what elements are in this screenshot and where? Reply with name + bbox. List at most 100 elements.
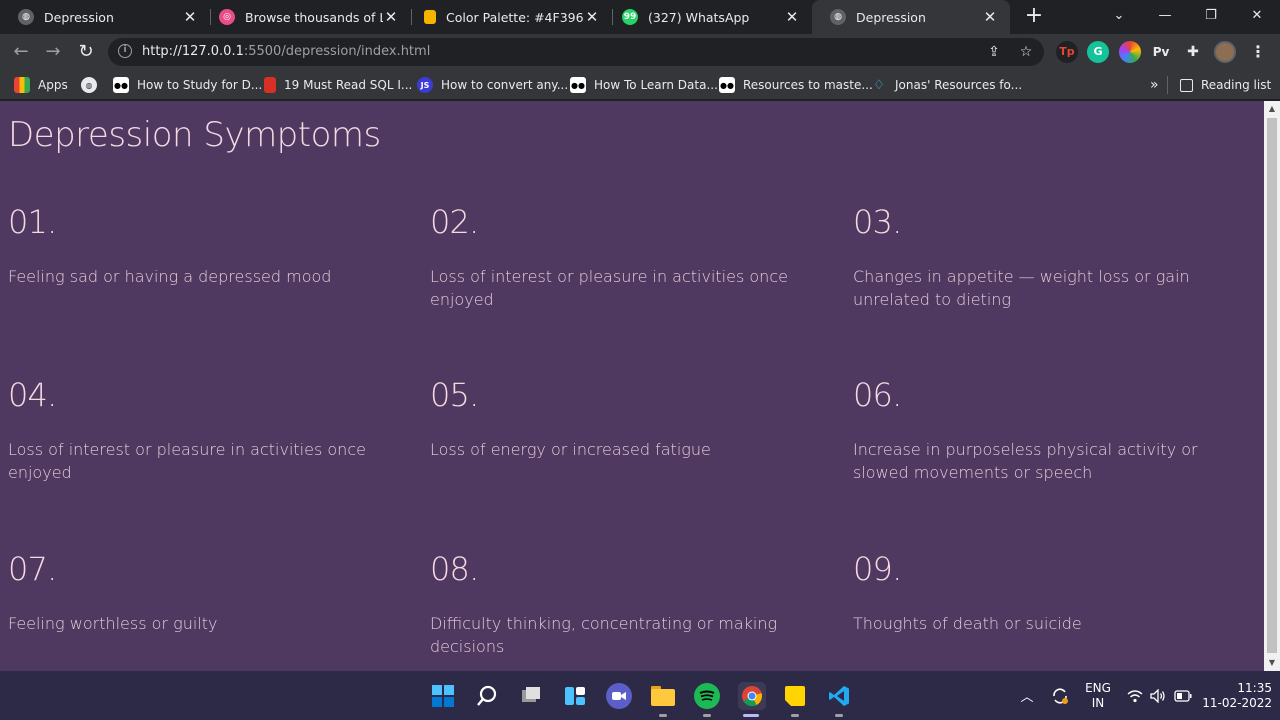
sync-icon[interactable] [1048,671,1072,720]
symptom-text: Feeling worthless or guilty [8,614,218,633]
wifi-icon[interactable] [1126,671,1144,720]
tab-search-icon[interactable]: ⌄ [1096,0,1142,34]
bookmark-study[interactable]: ●● How to Study for D... [113,76,262,94]
symptom-card: 01. Feeling sad or having a depressed mo… [8,203,408,288]
sticky-notes-icon[interactable] [782,683,808,709]
close-icon[interactable]: ✕ [784,8,800,26]
teams-chat-icon[interactable] [606,683,632,709]
close-icon[interactable]: ✕ [982,8,998,26]
symptom-card: 06. Increase in purposeless physical act… [853,376,1258,484]
tab-dribbble[interactable]: ◎ Browse thousands of List ✕ [201,0,411,34]
js-icon: JS [417,77,433,93]
bookmark-apps[interactable]: Apps [14,76,68,94]
language-region: IN [1091,695,1105,710]
address-bar[interactable]: i http://127.0.0.1:5500/depression/index… [108,38,1044,66]
puzzle-extensions-icon[interactable]: ✚ [1182,41,1204,63]
url-text[interactable]: http://127.0.0.1:5500/depression/index.h… [142,44,430,59]
language-indicator[interactable]: ENG IN [1080,671,1116,720]
bookmark-sql[interactable]: 19 Must Read SQL I... [264,76,412,94]
window-close-button[interactable]: ✕ [1234,0,1280,34]
more-menu-icon[interactable]: ⋮ [1247,41,1269,63]
forward-button[interactable]: → [40,39,66,65]
globe-icon: ◍ [81,77,97,93]
new-tab-button[interactable]: + [1020,3,1048,31]
active-indicator [743,714,759,717]
scrollbar-thumb[interactable] [1267,118,1277,653]
tab-title: Color Palette: #4F3961 # [446,9,584,25]
bookmark-star-icon[interactable]: ☆ [1016,42,1036,62]
browser-toolbar: ← → ↻ i http://127.0.0.1:5500/depression… [0,34,1280,70]
symptom-number: 07. [8,550,57,588]
reading-list-button[interactable]: Reading list [1180,76,1271,94]
whatsapp-icon: 99 [622,9,638,25]
share-icon[interactable]: ⇪ [984,42,1004,62]
symptom-card: 02. Loss of interest or pleasure in acti… [430,203,802,311]
spotify-icon[interactable] [694,683,720,709]
volume-icon[interactable] [1149,671,1167,720]
color-wheel-extension-icon[interactable] [1119,41,1141,63]
back-button[interactable]: ← [8,39,34,65]
symptom-text: Difficulty thinking, concentrating or ma… [430,614,778,656]
task-view-icon[interactable] [518,683,544,709]
chrome-icon[interactable] [738,682,766,710]
scroll-down-arrow[interactable]: ▼ [1264,655,1280,671]
bookmark-label: How to convert any... [441,78,569,92]
bookmark-convert[interactable]: JS How to convert any... [417,76,568,94]
grammarly-extension-icon[interactable]: G [1087,41,1109,63]
bookmark-globe[interactable]: ◍ [81,76,105,94]
windows-start-icon[interactable] [430,683,456,709]
close-icon[interactable]: ✕ [584,8,600,26]
globe-icon: ◍ [18,9,34,25]
close-icon[interactable]: ✕ [383,8,399,26]
bookmark-resources[interactable]: ●● Resources to maste... [719,76,873,94]
palette-icon [424,10,436,24]
restore-button[interactable]: ❐ [1188,0,1234,34]
vscode-icon[interactable] [826,683,852,709]
tab-depression-1[interactable]: ◍ Depression ✕ [0,0,210,34]
symptom-number: 05. [430,376,479,414]
symptom-number: 09. [853,550,902,588]
page-scrollbar[interactable]: ▲ ▼ [1264,101,1280,671]
symptom-text: Changes in appetite — weight loss or gai… [853,267,1190,309]
minimize-button[interactable]: — [1142,0,1188,34]
symptom-card: 09. Thoughts of death or suicide [853,550,1253,635]
tab-strip: ◍ Depression ✕ ◎ Browse thousands of Lis… [0,0,1280,34]
bookmarks-overflow-button[interactable]: » [1150,76,1159,94]
symptom-card: 07. Feeling worthless or guilty [8,550,408,635]
clock[interactable]: 11:35 11-02-2022 [1200,671,1272,720]
reading-list-label: Reading list [1201,78,1272,92]
symptom-text: Loss of interest or pleasure in activiti… [430,267,788,309]
dribbble-icon: ◎ [219,9,235,25]
medium-icon: ●● [719,77,735,93]
tp-extension-icon[interactable]: Tp [1056,41,1078,63]
battery-icon[interactable] [1172,671,1194,720]
file-explorer-icon[interactable] [650,683,676,709]
apps-grid-icon [14,77,30,93]
tab-title: Depression [856,9,926,25]
symptom-text: Increase in purposeless physical activit… [853,440,1198,482]
symptom-number: 08. [430,550,479,588]
scroll-up-arrow[interactable]: ▲ [1264,101,1280,117]
bookmark-learn-data[interactable]: ●● How To Learn Data... [570,76,718,94]
running-indicator [659,714,667,717]
windows-taskbar: ︿ ENG IN 11:35 11-02-2022 [0,671,1280,720]
tab-title: Depression [44,9,114,25]
page-viewport: Depression Symptoms 01. Feeling sad or h… [0,101,1264,671]
tab-color-palette[interactable]: Color Palette: #4F3961 # ✕ [406,0,612,34]
tab-depression-active[interactable]: ◍ Depression ✕ [812,0,1010,34]
profile-avatar[interactable] [1214,41,1236,63]
medium-icon: ●● [113,77,129,93]
info-icon[interactable]: i [118,44,132,58]
bookmark-jonas[interactable]: ♢ Jonas' Resources fo... [871,76,1022,94]
bookmark-label: Jonas' Resources fo... [895,78,1023,92]
search-icon[interactable] [474,683,500,709]
close-icon[interactable]: ✕ [182,8,198,26]
widgets-icon[interactable] [562,683,588,709]
diamond-icon: ♢ [873,77,885,93]
pv-extension-icon[interactable]: Pv [1150,41,1172,63]
tab-whatsapp[interactable]: 99 (327) WhatsApp ✕ [604,0,812,34]
reload-button[interactable]: ↻ [73,39,99,65]
symptom-number: 01. [8,203,57,241]
show-hidden-icons-chevron[interactable]: ︿ [1016,671,1038,720]
running-indicator [791,714,799,717]
